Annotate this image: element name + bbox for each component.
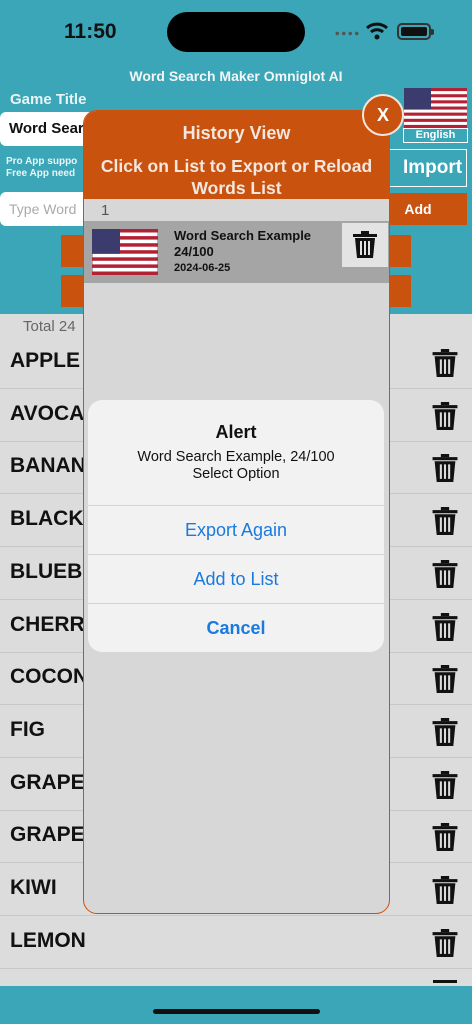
export-again-button[interactable]: Export Again	[88, 505, 384, 554]
toolbar-button[interactable]	[61, 275, 85, 307]
alert-dialog: Alert Word Search Example, 24/100 Select…	[88, 400, 384, 652]
add-to-list-button[interactable]: Add to List	[88, 554, 384, 603]
wifi-icon	[366, 22, 388, 40]
alert-message: Word Search Example, 24/100 Select Optio…	[137, 449, 335, 482]
us-flag-icon[interactable]	[404, 88, 467, 128]
toolbar-button[interactable]	[61, 235, 85, 267]
history-delete-button[interactable]	[342, 223, 388, 267]
history-entry-date: 2024-06-25	[174, 262, 231, 274]
history-count: 1	[101, 202, 110, 219]
word-text: GRAPE	[10, 770, 85, 794]
cancel-button[interactable]: Cancel	[88, 603, 384, 652]
word-text: COCON	[10, 665, 89, 689]
language-button[interactable]: English	[403, 128, 468, 143]
history-subtitle: Click on List to Export or Reload Words …	[100, 156, 373, 198]
alert-title: Alert	[215, 422, 257, 442]
signal-icon	[334, 31, 360, 36]
history-entry[interactable]: Word Search Example 24/100 2024-06-25	[84, 221, 389, 283]
trash-icon[interactable]	[432, 349, 458, 377]
trash-icon[interactable]	[432, 876, 458, 904]
status-time: 11:50	[64, 20, 117, 43]
word-text: AVOCA	[10, 401, 85, 425]
import-button[interactable]: Import	[380, 149, 467, 187]
pro-note: Pro App suppo Free App need	[6, 156, 78, 179]
trash-icon[interactable]	[432, 823, 458, 852]
trash-icon	[353, 231, 377, 258]
trash-icon[interactable]	[432, 454, 458, 483]
history-modal-header: History View Click on List to Export or …	[84, 111, 389, 199]
bottom-bar	[0, 986, 472, 1024]
word-text: CHERR	[10, 612, 85, 636]
history-title: History View	[182, 123, 291, 143]
battery-icon	[397, 23, 434, 40]
word-text: BANAN	[10, 454, 86, 478]
trash-icon[interactable]	[432, 559, 458, 588]
trash-icon[interactable]	[432, 717, 458, 746]
word-input[interactable]: Type Word	[0, 192, 90, 226]
word-text: BLUEBI	[10, 559, 89, 583]
total-count: Total 24	[23, 318, 76, 335]
word-text: KIWI	[10, 876, 57, 899]
import-label: Import	[403, 157, 463, 178]
word-text: GRAPE	[10, 823, 85, 847]
home-indicator[interactable]	[153, 1009, 320, 1014]
trash-icon[interactable]	[432, 507, 458, 536]
trash-icon[interactable]	[432, 770, 458, 799]
word-row[interactable]: LEMON	[0, 916, 472, 969]
us-flag-icon	[92, 229, 158, 275]
trash-icon[interactable]	[432, 612, 458, 641]
trash-icon[interactable]	[432, 401, 458, 430]
word-text: LEMON	[10, 928, 86, 952]
word-text: FIG	[10, 717, 45, 741]
game-title-label: Game Title	[10, 91, 87, 108]
history-entry-name: Word Search Example 24/100	[174, 228, 312, 259]
trash-icon[interactable]	[432, 928, 458, 957]
word-text: APPLE	[10, 349, 81, 372]
close-button[interactable]: X	[362, 94, 404, 136]
app-title: Word Search Maker Omniglot AI	[129, 68, 343, 84]
word-text: BLACK	[10, 507, 84, 531]
trash-icon[interactable]	[432, 665, 458, 694]
dynamic-island	[167, 12, 305, 52]
